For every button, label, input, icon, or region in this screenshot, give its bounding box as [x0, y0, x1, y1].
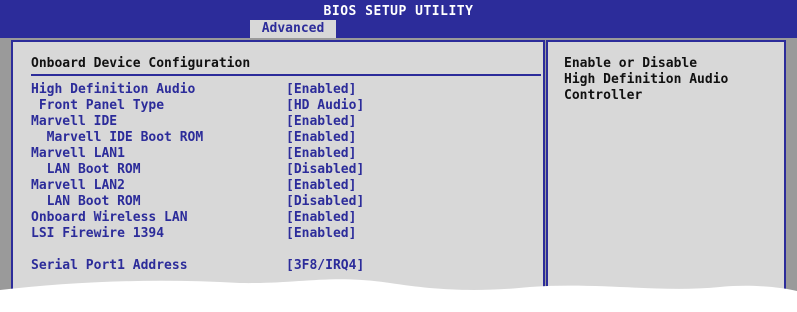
setting-value[interactable]: [Enabled] — [286, 130, 356, 146]
section-title: Onboard Device Configuration — [31, 56, 251, 71]
tab-advanced[interactable]: Advanced — [250, 20, 336, 38]
setting-marvell-lan1[interactable]: Marvell LAN1 [Enabled] — [13, 146, 543, 162]
setting-lsi-firewire-1394[interactable]: LSI Firewire 1394 [Enabled] — [13, 226, 543, 242]
setting-marvell-ide-boot-rom[interactable]: Marvell IDE Boot ROM [Enabled] — [13, 130, 543, 146]
setting-lan1-boot-rom[interactable]: LAN Boot ROM [Disabled] — [13, 162, 543, 178]
setting-label: Marvell IDE — [31, 114, 118, 129]
setting-label: High Definition Audio — [31, 82, 196, 97]
setting-lan2-boot-rom[interactable]: LAN Boot ROM [Disabled] — [13, 194, 543, 210]
setting-value[interactable]: [Enabled] — [286, 178, 356, 194]
setting-label: LSI Firewire 1394 — [31, 226, 165, 241]
setting-value[interactable]: [Enabled] — [286, 82, 356, 98]
bios-header: BIOS SETUP UTILITY Advanced — [0, 0, 797, 38]
setting-value[interactable]: [Disabled] — [286, 162, 364, 178]
setting-label: Onboard Wireless LAN — [31, 210, 188, 225]
bios-title: BIOS SETUP UTILITY — [323, 4, 474, 19]
setting-value[interactable]: [3F8/IRQ4] — [286, 258, 364, 274]
bios-frame: Onboard Device Configuration High Defini… — [0, 38, 797, 312]
setting-high-definition-audio[interactable]: High Definition Audio [Enabled] — [13, 82, 543, 98]
setting-label: Marvell LAN2 — [31, 178, 125, 193]
setting-label: Front Panel Type — [31, 98, 165, 113]
help-line: Controller — [564, 88, 643, 103]
setting-onboard-wireless-lan[interactable]: Onboard Wireless LAN [Enabled] — [13, 210, 543, 226]
setting-serial-port1-address[interactable]: Serial Port1 Address [3F8/IRQ4] — [13, 258, 543, 274]
setting-label: Serial Port1 Address — [31, 258, 188, 273]
setting-marvell-lan2[interactable]: Marvell LAN2 [Enabled] — [13, 178, 543, 194]
section-divider — [31, 74, 541, 76]
settings-panel: Onboard Device Configuration High Defini… — [11, 40, 545, 312]
setting-label: LAN Boot ROM — [31, 162, 141, 177]
help-line: Enable or Disable — [564, 56, 698, 71]
setting-value[interactable]: [Enabled] — [286, 226, 356, 242]
help-text: Enable or Disable High Definition Audio … — [564, 56, 774, 104]
setting-value[interactable]: [Disabled] — [286, 194, 364, 210]
setting-value[interactable]: [Enabled] — [286, 146, 356, 162]
setting-label: Marvell IDE Boot ROM — [31, 130, 204, 145]
setting-value[interactable]: [Enabled] — [286, 210, 356, 226]
help-panel: Enable or Disable High Definition Audio … — [546, 40, 786, 312]
setting-label: Marvell LAN1 — [31, 146, 125, 161]
setting-value[interactable]: [HD Audio] — [286, 98, 364, 114]
setting-label: LAN Boot ROM — [31, 194, 141, 209]
setting-marvell-ide[interactable]: Marvell IDE [Enabled] — [13, 114, 543, 130]
help-line: High Definition Audio — [564, 72, 729, 87]
setting-front-panel-type[interactable]: Front Panel Type [HD Audio] — [13, 98, 543, 114]
setting-value[interactable]: [Enabled] — [286, 114, 356, 130]
